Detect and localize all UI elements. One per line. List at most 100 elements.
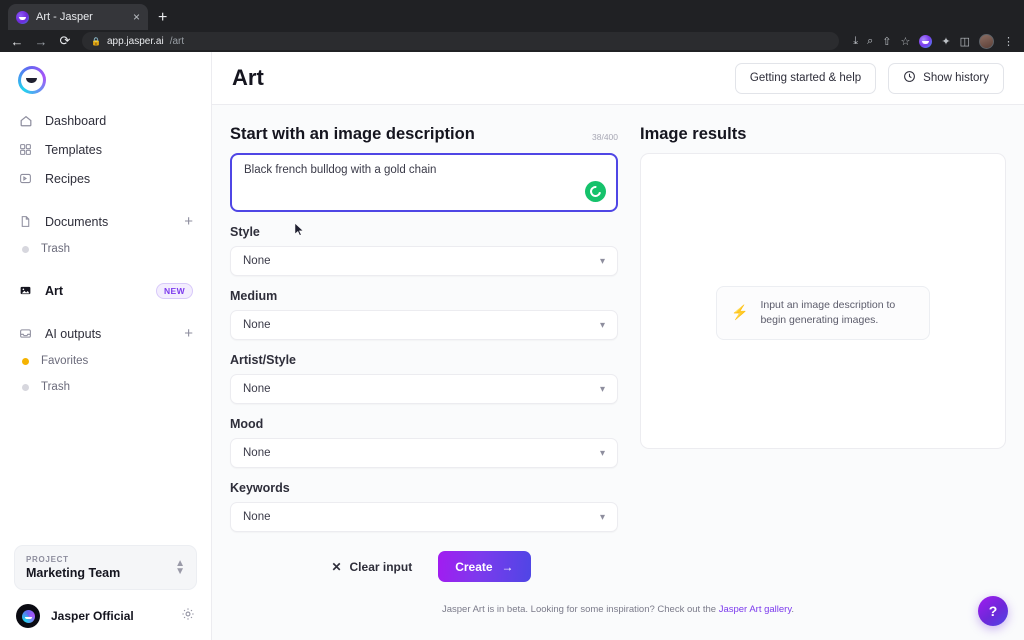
field-label: Style xyxy=(230,225,260,239)
footer-suffix: . xyxy=(791,604,795,615)
sidebar-item-label: Dashboard xyxy=(45,113,107,128)
character-counter: 38/400 xyxy=(592,132,618,142)
prompt-header: Start with an image description 38/400 xyxy=(230,125,618,144)
mood-select[interactable]: None ▾ xyxy=(230,438,618,468)
sidebar-item-label: Trash xyxy=(41,243,70,255)
sidebar-item-templates[interactable]: Templates xyxy=(10,135,201,164)
help-button[interactable]: ? xyxy=(978,596,1008,626)
page-title: Art xyxy=(232,65,264,90)
browser-menu-icon[interactable]: ⋮ xyxy=(1003,35,1014,48)
bookmark-star-icon[interactable]: ☆ xyxy=(901,35,911,48)
sidebar-item-ai-outputs[interactable]: AI outputs + xyxy=(10,319,201,348)
project-label: PROJECT xyxy=(26,555,69,564)
select-value: None xyxy=(243,255,271,267)
medium-select[interactable]: None ▾ xyxy=(230,310,618,340)
page-footer: Jasper Art is in beta. Looking for some … xyxy=(212,604,1024,640)
sidebar-logo[interactable] xyxy=(0,52,211,104)
sidebar-item-label: Templates xyxy=(45,142,102,157)
search-icon[interactable]: ⌕ xyxy=(867,35,873,48)
sidebar-item-documents[interactable]: Documents + xyxy=(10,207,201,236)
field-mood: Mood None ▾ xyxy=(230,417,618,468)
avatar xyxy=(16,604,40,628)
clear-input-button[interactable]: ✕ Clear input xyxy=(317,551,426,582)
lock-icon: 🔒 xyxy=(91,36,101,46)
close-icon[interactable]: × xyxy=(133,11,140,23)
tab-title: Art - Jasper xyxy=(36,11,93,23)
install-app-icon[interactable]: ⤓ xyxy=(853,35,858,48)
sidebar-item-label: Art xyxy=(45,283,64,298)
new-badge: NEW xyxy=(155,282,193,299)
sidebar-item-favorites[interactable]: Favorites xyxy=(10,348,201,374)
project-switcher[interactable]: PROJECT Marketing Team ▲ ▼ xyxy=(14,545,197,590)
user-name: Jasper Official xyxy=(51,609,134,623)
select-value: None xyxy=(243,447,271,459)
clock-icon xyxy=(903,70,916,86)
jasper-extension-icon[interactable] xyxy=(919,34,933,48)
new-tab-button[interactable]: + xyxy=(158,9,167,30)
prompt-textarea[interactable]: Black french bulldog with a gold chain xyxy=(230,153,618,212)
address-bar[interactable]: 🔒 app.jasper.ai /art xyxy=(82,32,840,50)
browser-tab[interactable]: Art - Jasper × xyxy=(8,4,148,30)
sidebar-item-documents-trash[interactable]: Trash xyxy=(10,236,201,262)
dot-icon xyxy=(22,357,29,365)
page-header: Art Getting started & help Show history xyxy=(212,52,1024,105)
form-actions: ✕ Clear input Create → xyxy=(230,551,618,582)
main-area: Art Getting started & help Show history … xyxy=(212,52,1024,640)
style-select[interactable]: None ▾ xyxy=(230,246,618,276)
dot-icon xyxy=(22,383,29,391)
grammarly-badge-icon[interactable] xyxy=(585,181,606,202)
getting-started-button[interactable]: Getting started & help xyxy=(734,62,877,94)
home-icon xyxy=(18,113,33,128)
select-value: None xyxy=(243,319,271,331)
sidebar-item-dashboard[interactable]: Dashboard xyxy=(10,106,201,135)
image-icon xyxy=(18,283,33,298)
footer-message: Jasper Art is in beta. Looking for some … xyxy=(441,604,719,615)
add-document-icon[interactable]: + xyxy=(184,214,193,229)
extensions-puzzle-icon[interactable]: ✦ xyxy=(941,35,950,48)
keywords-select[interactable]: None ▾ xyxy=(230,502,618,532)
forward-icon[interactable]: → xyxy=(34,34,48,49)
clear-input-label: Clear input xyxy=(349,559,413,574)
arrow-right-icon: → xyxy=(501,559,514,574)
project-name: Marketing Team xyxy=(26,566,121,580)
field-style: Style None ▾ xyxy=(230,225,618,276)
artist-style-select[interactable]: None ▾ xyxy=(230,374,618,404)
sidebar-item-ai-trash[interactable]: Trash xyxy=(10,374,201,400)
chevron-down-icon: ▾ xyxy=(599,511,605,523)
show-history-button[interactable]: Show history xyxy=(888,62,1004,94)
share-icon[interactable]: ⇧ xyxy=(882,35,891,48)
select-value: None xyxy=(243,511,271,523)
sidebar-footer: PROJECT Marketing Team ▲ ▼ Jasper Officia… xyxy=(0,545,211,640)
sidebar-item-art[interactable]: Art NEW xyxy=(10,276,201,305)
chevron-updown-icon[interactable]: ▲ ▼ xyxy=(175,558,185,576)
create-label: Create xyxy=(455,559,493,574)
field-keywords: Keywords None ▾ xyxy=(230,481,618,532)
field-label: Keywords xyxy=(230,481,290,495)
document-icon xyxy=(18,214,33,229)
gear-icon[interactable] xyxy=(181,607,195,626)
chevron-down-icon: ▾ xyxy=(599,319,605,331)
mouse-cursor xyxy=(294,222,304,236)
sidebar-item-label: Documents xyxy=(45,214,109,229)
select-value: None xyxy=(243,383,271,395)
prompt-heading: Start with an image description xyxy=(230,125,475,143)
jasper-art-gallery-link[interactable]: Jasper Art gallery xyxy=(719,604,792,615)
content-area: Start with an image description 38/400 B… xyxy=(212,105,1024,604)
close-x-icon: ✕ xyxy=(331,559,342,574)
profile-avatar-icon[interactable] xyxy=(979,33,994,49)
browser-chrome: Art - Jasper × + ← → ⟳ 🔒 app.jasper.ai /… xyxy=(0,0,1024,52)
field-label: Medium xyxy=(230,289,278,303)
back-icon[interactable]: ← xyxy=(10,34,24,49)
add-ai-output-icon[interactable]: + xyxy=(184,326,193,341)
chevron-down-icon: ▾ xyxy=(599,447,605,459)
side-panel-icon[interactable]: ◫ xyxy=(960,35,970,48)
reload-icon[interactable]: ⟳ xyxy=(58,33,72,49)
sidebar-item-recipes[interactable]: Recipes xyxy=(10,164,201,193)
jasper-favicon-icon xyxy=(16,10,29,24)
toolbar-icons: ⤓ ⌕ ⇧ ☆ ✦ ◫ ⋮ xyxy=(853,33,1014,49)
sidebar-item-label: Favorites xyxy=(41,355,89,367)
create-button[interactable]: Create → xyxy=(438,551,531,582)
user-row[interactable]: Jasper Official xyxy=(14,604,197,628)
field-medium: Medium None ▾ xyxy=(230,289,618,340)
browser-toolbar: ← → ⟳ 🔒 app.jasper.ai /art ⤓ ⌕ ⇧ ☆ ✦ ◫ ⋮ xyxy=(0,30,1024,52)
